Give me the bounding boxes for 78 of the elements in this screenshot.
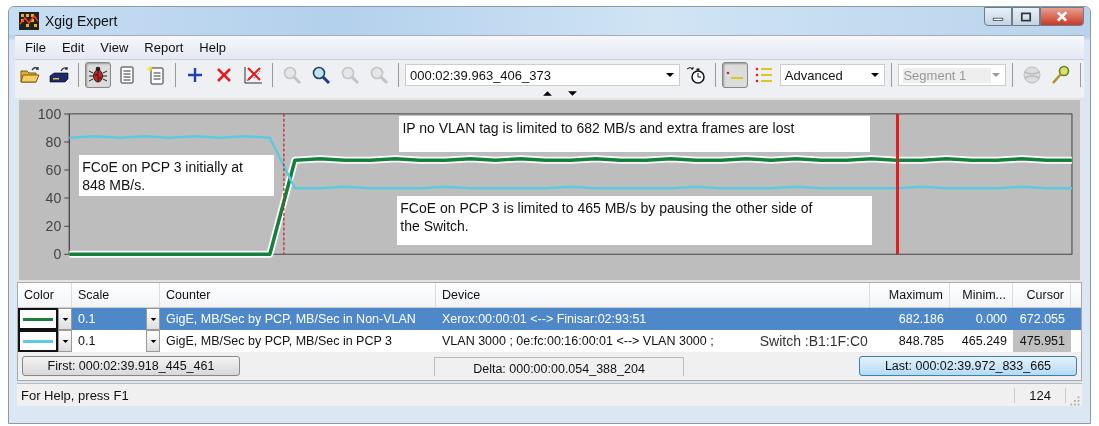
close-button[interactable] (1040, 7, 1084, 26)
time-combo-box[interactable]: 000:02:39.963_406_373 (405, 64, 680, 86)
caret-icon (991, 72, 1002, 78)
list-style-icon (753, 65, 774, 85)
dropdown-button[interactable] (58, 330, 72, 352)
table-cell-text: 848.785 (897, 333, 945, 350)
magnifier-icon (282, 65, 302, 85)
table-cell-text: 682.186 (897, 311, 945, 328)
chart-delete-icon (243, 65, 263, 85)
y-tick-label: 40 (45, 190, 62, 206)
menu-item[interactable]: Help (191, 40, 235, 55)
menu-item[interactable]: Report (136, 40, 192, 55)
mode-combo-box[interactable]: Advanced (779, 64, 886, 86)
delta-field: Delta: 000:00:00.054_388_204 (434, 356, 684, 376)
table-cell-text: 672.055 (1018, 311, 1066, 328)
close-icon (1055, 11, 1069, 22)
caret-icon (149, 338, 157, 344)
column-header[interactable]: Maximum (870, 283, 950, 307)
dropdown-button[interactable] (58, 308, 72, 330)
bug-icon (88, 65, 108, 85)
caret-icon (149, 316, 157, 322)
y-tick-label: 20 (45, 218, 62, 235)
maximize-icon (1020, 11, 1032, 22)
y-tick-label: 0 (53, 246, 62, 263)
first-time-button[interactable]: First: 000:02:39.918_445_461 (22, 356, 240, 376)
globe-icon (1022, 65, 1043, 85)
new-notepad-icon (146, 65, 166, 85)
y-tick-label: 60 (45, 162, 62, 178)
caret-icon (61, 316, 69, 322)
menu-item[interactable]: View (92, 40, 137, 55)
maximize-button[interactable] (1012, 7, 1040, 26)
resize-grip-icon[interactable] (1068, 394, 1080, 406)
line-style-tool[interactable] (721, 62, 748, 88)
column-header[interactable]: Device (436, 283, 870, 307)
table-cell-text: Xerox:00:00:01 <--> Finisar:02:93:51 (441, 312, 648, 326)
magnifier-icon (369, 65, 389, 85)
magnifier-icon (340, 65, 360, 85)
minimize-button[interactable] (984, 7, 1012, 26)
plus-icon (185, 65, 205, 85)
table-cell: 475.951 (1013, 330, 1071, 352)
table-cell-text: GigE, MB/Sec by PCP, MB/Sec in Non-VLAN (165, 311, 417, 328)
line-color-picker[interactable] (18, 330, 58, 352)
caret-icon (664, 72, 675, 78)
caret-icon (870, 72, 881, 78)
table-cell-text: VLAN 3000 ; 0e:fc:00:16:00:01 <--> VLAN 3000 ; (441, 334, 715, 348)
line-style-icon (724, 70, 745, 80)
column-header[interactable]: Color (18, 283, 72, 307)
table-row[interactable]: 0.1 GigE, MB/Sec by PCP, MB/Sec in PCP 3 VLAN 3000 ; 0e:fc:00:16:00:01 <--> VLAN 3000 ; Switch :B1:1F:C0 848.785 465.249 475.951 (18, 330, 1081, 352)
chart-note: IP no VLAN tag is limited to 682 MB/s and extra frames are lost (399, 115, 870, 152)
table-cell-text: GigE, MB/Sec by PCP, MB/Sec in PCP 3 (165, 333, 394, 350)
table-row[interactable]: 0.1 GigE, MB/Sec by PCP, MB/Sec in Non-VLAN Xerox:00:00:01 <--> Finisar:02:93:51 682.186 0.000 672.055 (18, 308, 1081, 330)
caret-icon (61, 338, 69, 344)
table-cell-text: 0.1 (77, 311, 97, 328)
line-color-picker[interactable] (18, 308, 58, 330)
y-tick-label: 100 (37, 105, 62, 122)
open-folder-icon (20, 65, 40, 85)
notepad-icon (117, 65, 137, 85)
table-cell: Switch :B1:1F:C0 (759, 333, 868, 349)
menu-item[interactable]: Edit (53, 40, 93, 55)
last-time-button[interactable]: Last: 000:02:39.972_833_665 (859, 356, 1077, 376)
bug-tool[interactable] (85, 62, 111, 88)
table-cell-text: 465.249 (960, 333, 1008, 350)
y-tick-label: 80 (45, 134, 62, 150)
drive-icon (49, 65, 69, 85)
app-icon (19, 12, 39, 30)
status-text: For Help, press F1 (20, 387, 130, 403)
column-header[interactable]: Scale (72, 283, 160, 307)
dropdown-button[interactable] (146, 330, 160, 352)
status-count: 124 (1014, 387, 1066, 403)
table-cell-text: 0.000 (974, 311, 1008, 328)
menu-item[interactable]: File (17, 40, 54, 55)
column-header[interactable]: Cursor (1013, 283, 1071, 307)
window-title: Xgig Expert (45, 13, 118, 29)
stopwatch-icon (685, 65, 706, 85)
column-header[interactable]: Counter (160, 283, 436, 307)
table-cell-text: 0.1 (77, 333, 97, 350)
column-header[interactable]: Minim... (950, 283, 1013, 307)
dropdown-button[interactable] (146, 308, 160, 330)
